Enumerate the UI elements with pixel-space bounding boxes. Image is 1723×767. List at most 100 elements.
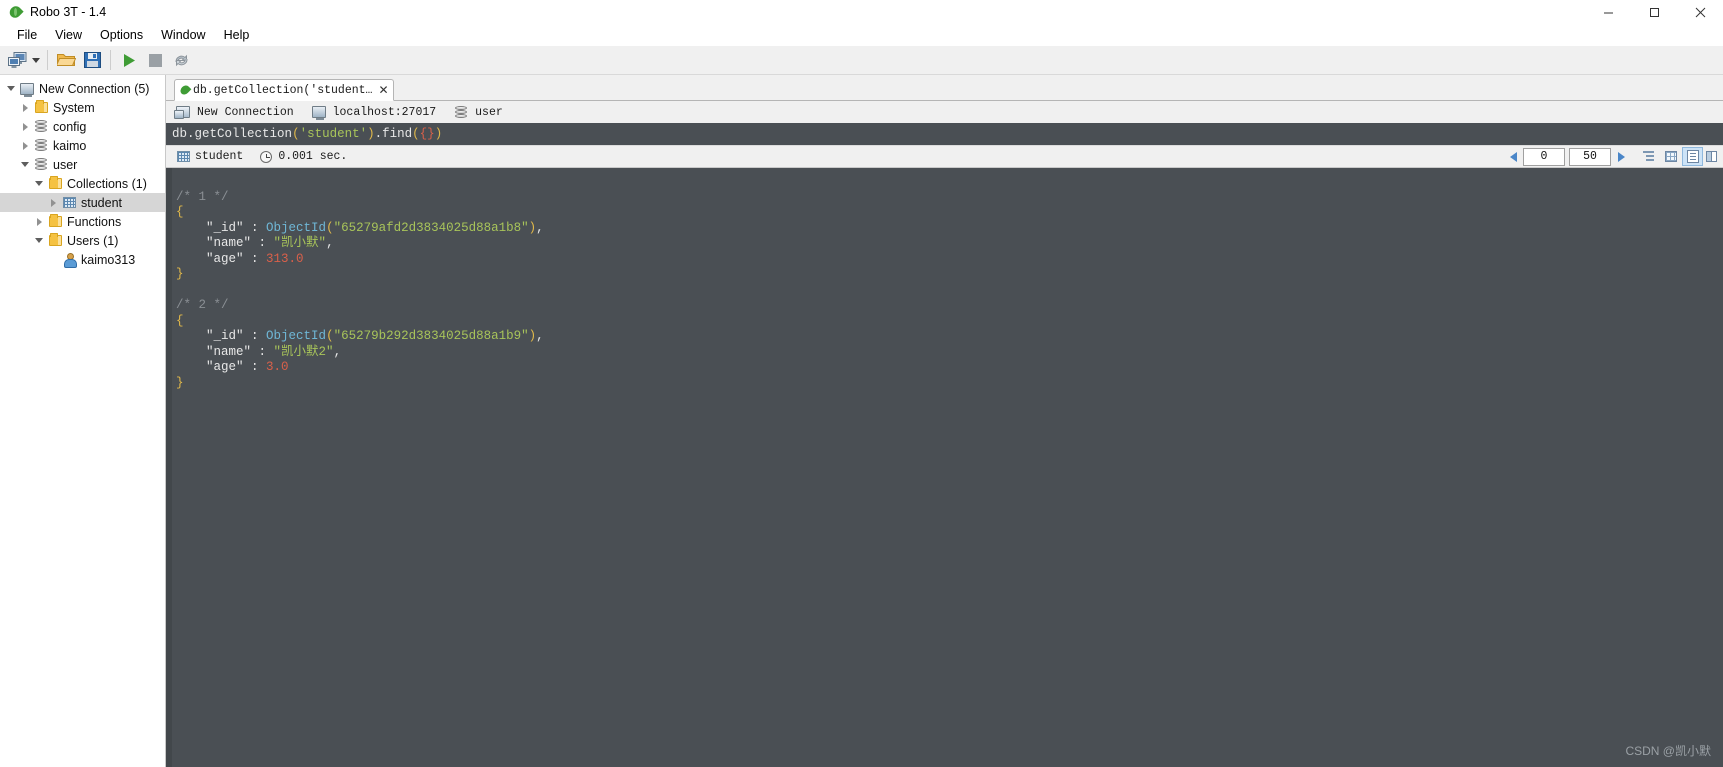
chevron-right-icon[interactable] [18,98,32,117]
results-json[interactable]: /* 1 */ { "_id" : ObjectId("65279afd2d38… [172,168,1723,767]
no-twisty [46,250,60,269]
view-mode-buttons [1637,147,1719,166]
doc-open-brace: { [176,313,184,328]
monitor-icon [310,103,328,122]
split-panel-button[interactable] [1703,147,1719,166]
menu-view[interactable]: View [46,26,91,44]
doc-close-brace: } [176,267,184,281]
stop-icon[interactable] [142,48,168,72]
field-key: "name" [206,344,252,359]
doc-comment: /* 2 */ [176,298,229,312]
tree-view-button[interactable] [1638,147,1659,166]
sidebar-item-collections[interactable]: Collections (1) [0,174,165,193]
field-paren-close: ) [528,220,537,235]
menu-bar: File View Options Window Help [0,24,1723,46]
maximize-icon[interactable] [1631,0,1677,24]
monitor-icon [18,79,36,98]
field-fn: ObjectId [266,329,327,343]
leaf-icon [178,83,192,97]
chevron-down-icon[interactable] [4,79,18,98]
connection-name-label: New Connection [197,105,294,119]
doc-close-brace: } [176,375,184,390]
title-bar: Robo 3T - 1.4 [0,0,1723,24]
text-view-button[interactable] [1682,147,1703,166]
connection-name[interactable]: New Connection [174,103,294,122]
rotate-icon[interactable] [168,48,194,72]
sidebar-item-kaimo[interactable]: kaimo [0,136,165,155]
limit-input[interactable]: 50 [1569,147,1611,166]
tab-query-student[interactable]: db.getCollection('student… ✕ [174,79,394,101]
sidebar-item-config[interactable]: config [0,117,165,136]
query-token: ) [434,127,443,141]
skip-input[interactable]: 0 [1523,147,1565,166]
connect-group [4,46,42,74]
execute-group [116,46,194,74]
sidebar-item-system[interactable]: System [0,98,165,117]
chevron-right-icon[interactable] [46,193,60,212]
computers-icon[interactable] [4,48,30,72]
field-colon: : [243,220,267,235]
floppy-disk-icon[interactable] [79,48,105,72]
chevron-down-icon[interactable] [30,48,42,72]
field-value: 3.0 [266,360,289,374]
results-pane[interactable]: /* 1 */ { "_id" : ObjectId("65279afd2d38… [166,168,1723,767]
results-collection: student [174,147,243,166]
chevron-right-icon[interactable] [18,136,32,155]
field-value: 313.0 [266,251,304,266]
explorer-sidebar[interactable]: New Connection (5) System config kaimo u… [0,75,166,767]
connection-host[interactable]: localhost:27017 [310,103,436,122]
connection-database[interactable]: user [452,103,503,122]
menu-window[interactable]: Window [152,26,214,44]
results-time: 0.001 sec. [257,147,347,166]
field-value: "凯小默" [273,236,327,250]
field-trailing: , [536,329,544,343]
chevron-down-icon[interactable] [32,174,46,193]
panel-icon [1705,151,1717,162]
sidebar-item-user-db[interactable]: user [0,155,165,174]
sidebar-item-new-connection[interactable]: New Connection (5) [0,79,165,98]
tree-view-icon [1642,151,1655,162]
right-arrow-icon[interactable] [1613,148,1629,166]
folder-open-icon[interactable] [53,48,79,72]
sidebar-item-users[interactable]: Users (1) [0,231,165,250]
left-arrow-icon[interactable] [1505,148,1521,166]
server-icon [174,103,192,122]
results-pager: 0 50 [1505,147,1629,166]
sidebar-item-label: System [53,100,95,115]
table-view-button[interactable] [1660,147,1681,166]
menu-file[interactable]: File [8,26,46,44]
database-icon [32,117,50,136]
chevron-down-icon[interactable] [32,231,46,250]
connection-info-bar: New Connection localhost:27017 user [166,101,1723,123]
field-colon: : [251,236,274,250]
field-value: "65279afd2d3834025d88a1b8" [333,220,529,235]
play-icon[interactable] [116,48,142,72]
close-icon[interactable]: ✕ [378,84,388,96]
close-icon[interactable] [1677,0,1723,24]
sidebar-item-kaimo313[interactable]: kaimo313 [0,250,165,269]
menu-options[interactable]: Options [91,26,152,44]
results-toolbar: student 0.001 sec. 0 50 [166,145,1723,168]
database-icon [32,136,50,155]
connection-database-label: user [475,105,503,119]
watermark: CSDN @凯小默 [1625,744,1711,758]
field-key: "_id" [206,220,244,235]
minimize-icon[interactable] [1585,0,1631,24]
sidebar-item-student[interactable]: student [0,193,165,212]
menu-help[interactable]: Help [215,26,259,44]
field-key: "age" [206,360,244,374]
chevron-down-icon[interactable] [18,155,32,174]
sidebar-item-functions[interactable]: Functions [0,212,165,231]
window-title: Robo 3T - 1.4 [30,5,107,19]
query-editor[interactable]: db. getCollection('student'). find({}) [166,123,1723,145]
chevron-right-icon[interactable] [32,212,46,231]
clock-icon [257,147,275,166]
chevron-right-icon[interactable] [18,117,32,136]
folder-icon [46,174,64,193]
file-group [53,46,105,74]
query-token: . [374,127,383,141]
sidebar-item-label: kaimo [53,138,87,153]
sidebar-item-label: New Connection (5) [39,81,150,96]
field-key: "name" [206,236,252,250]
main-toolbar [0,46,1723,75]
